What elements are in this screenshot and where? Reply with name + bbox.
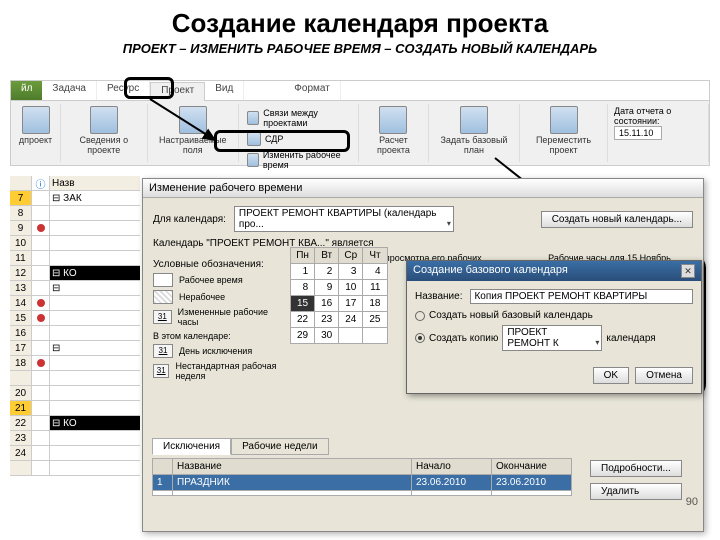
- btn-wbs[interactable]: СДР: [245, 130, 285, 148]
- btn-move-project[interactable]: Переместить проект: [526, 104, 601, 158]
- status-date-field[interactable]: 15.11.10: [614, 126, 662, 140]
- details-button[interactable]: Подробности...: [590, 460, 682, 477]
- col-name: Назв: [50, 176, 140, 190]
- task-grid: ⓘНазв 7⊟ ЗАК89101112⊟ КО13⊟14151617⊟1820…: [10, 176, 140, 476]
- radio-new[interactable]: [415, 311, 425, 321]
- for-calendar-label: Для календаря:: [153, 214, 226, 225]
- close-icon[interactable]: ✕: [681, 264, 695, 278]
- tab-file[interactable]: йл: [11, 81, 42, 100]
- fields-icon: [179, 106, 207, 134]
- indicator-header: ⓘ: [32, 176, 50, 190]
- tab-view[interactable]: Вид: [205, 81, 244, 100]
- name-input[interactable]: [470, 289, 693, 304]
- dialog1-title: Изменение рабочего времени: [143, 179, 703, 198]
- tab-format[interactable]: Формат: [284, 81, 341, 100]
- exceptions-table: Название Начало Окончание 1 ПРАЗДНИК 23.…: [152, 458, 572, 496]
- btn-change-working-time[interactable]: Изменить рабочее время: [245, 148, 352, 172]
- name-label: Название:: [415, 291, 462, 302]
- tab-task[interactable]: Задача: [42, 81, 97, 100]
- calendar-combo[interactable]: ПРОЕКТ РЕМОНТ КВАРТИРЫ (календарь про...: [234, 206, 454, 232]
- btn-links[interactable]: Связи между проектами: [245, 106, 352, 130]
- dialog2-title: Создание базового календаря: [413, 264, 568, 278]
- dialog-create-base-calendar: Создание базового календаря✕ Название: С…: [406, 260, 702, 394]
- info-icon: [90, 106, 118, 134]
- move-icon: [550, 106, 578, 134]
- tab-project[interactable]: Проект: [150, 82, 205, 101]
- legend-exc-icon: 31: [153, 344, 173, 358]
- calendar-is-label: Календарь "ПРОЕКТ РЕМОНТ КВА..." являетс…: [153, 238, 693, 249]
- btn-calculate[interactable]: Расчет проекта: [365, 104, 422, 158]
- new-calendar-button[interactable]: Создать новый календарь...: [541, 211, 693, 228]
- baseline-icon: [460, 106, 488, 134]
- slide-title: Создание календаря проекта: [0, 0, 720, 41]
- legend-nonwork-icon: [153, 290, 173, 304]
- table-row[interactable]: [153, 491, 572, 496]
- subproject-icon: [22, 106, 50, 134]
- btn-custom-fields[interactable]: Настраиваемые поля: [154, 104, 232, 158]
- btn-subproject[interactable]: дпроект: [17, 104, 54, 148]
- ok-button[interactable]: OK: [593, 367, 629, 384]
- legend-work-icon: [153, 273, 173, 287]
- slide-subtitle: ПРОЕКТ – ИЗМЕНИТЬ РАБОЧЕЕ ВРЕМЯ – СОЗДАТ…: [0, 41, 720, 62]
- links-icon: [247, 111, 259, 125]
- ribbon: йл Задача Ресурс Проект Вид Формат дпрое…: [10, 80, 710, 166]
- table-row[interactable]: 1 ПРАЗДНИК 23.06.2010 23.06.2010: [153, 475, 572, 491]
- tab-resource[interactable]: Ресурс: [97, 81, 150, 100]
- status-date-label: Дата отчета о состоянии:: [614, 106, 702, 126]
- mini-calendar[interactable]: ПнВтСрЧт123489101115161718222324252930: [290, 245, 388, 344]
- btn-project-info[interactable]: Сведения о проекте: [67, 104, 141, 158]
- radio-copy[interactable]: [415, 333, 425, 343]
- clock-icon: [247, 153, 259, 167]
- page-number: 90: [686, 496, 698, 508]
- legend-nonstd-icon: 31: [153, 364, 169, 378]
- calc-icon: [379, 106, 407, 134]
- legend-title: Условные обозначения:: [153, 259, 283, 270]
- legend-changed-icon: 31: [153, 310, 172, 324]
- btn-baseline[interactable]: Задать базовый план: [435, 104, 513, 158]
- tab-work-weeks[interactable]: Рабочие недели: [231, 438, 328, 455]
- cancel-button[interactable]: Отмена: [635, 367, 693, 384]
- wbs-icon: [247, 132, 261, 146]
- copy-combo[interactable]: ПРОЕКТ РЕМОНТ К: [502, 325, 602, 351]
- delete-button[interactable]: Удалить: [590, 483, 682, 500]
- tab-exceptions[interactable]: Исключения: [152, 438, 231, 455]
